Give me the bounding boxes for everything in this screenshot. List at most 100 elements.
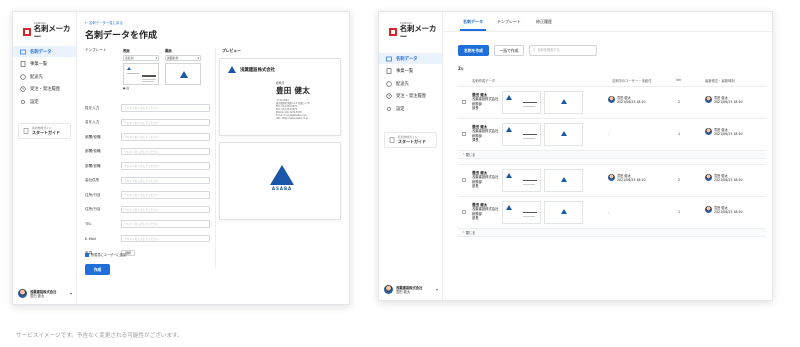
tab-templates[interactable]: テンプレート — [497, 19, 521, 25]
card-back-thumbnail[interactable] — [544, 169, 583, 192]
back-template-select[interactable]: 裏面名刺 ▾ — [165, 55, 201, 61]
company-logo: ASABA — [270, 165, 294, 191]
sidebar-item-label: 事業一覧 — [30, 62, 48, 67]
linked-user: 豊田 健太 2021/06/23 18:10 — [608, 96, 646, 104]
sidebar-item-delivery[interactable]: 配送先 — [379, 78, 442, 89]
sidebar-item-orders[interactable]: 受注・発注履歴 — [379, 91, 442, 102]
text-field[interactable]: テキストを入力してください — [121, 162, 210, 170]
field-label: 姓を入力 — [85, 105, 100, 110]
column-header: 名刺中のユーザー・未紐付 — [612, 79, 652, 83]
row-checkbox[interactable] — [462, 100, 466, 104]
guide-icon — [23, 128, 29, 134]
logo-icon — [506, 173, 512, 178]
start-guide-link[interactable]: 名刺作成ガイド スタートガイド — [384, 132, 437, 149]
account-name: 豊田 健太 — [396, 289, 411, 294]
version-number: 1 — [678, 132, 681, 136]
text-field[interactable]: テキストを入力してください — [121, 191, 210, 199]
account-switcher[interactable]: 浅葉建設株式会社 豊田 健太 ▾ — [384, 285, 438, 294]
row-checkbox[interactable] — [462, 178, 466, 182]
text-field[interactable]: テキストを入力してください — [121, 147, 210, 156]
text-field[interactable]: テキストを入力してください — [121, 205, 210, 214]
logo-icon — [270, 165, 294, 185]
table-row[interactable]: 豊田 健太 浅葉建設株式会社 総務部 部長 - 1 豊田 健太 2021/06/23 18:1… — [458, 196, 766, 228]
account-company: 浅葉建設株式会社 — [30, 289, 57, 294]
collapse-toggle[interactable]: ⌃ 閉じる — [458, 150, 766, 159]
add-user-checkbox[interactable] — [85, 252, 89, 257]
text-field[interactable]: テキストを入力してください — [121, 104, 210, 112]
text-field[interactable]: テキストを入力してください — [121, 220, 210, 228]
chevron-down-icon: ▾ — [435, 287, 438, 292]
sidebar-item-delivery[interactable]: 配送先 — [13, 71, 76, 82]
front-template-thumbnail[interactable] — [123, 63, 159, 85]
add-user-checkbox-row[interactable]: 所属員にユーザーに追加 — [85, 252, 126, 257]
account-company: 浅葉建設株式会社 — [396, 285, 423, 290]
logo-word: ASABA — [271, 186, 293, 191]
tab-revision-history[interactable]: 修正履歴 — [536, 19, 552, 25]
sidebar-item-settings[interactable]: 設定 — [379, 103, 442, 114]
form-field-row: 会社住所 テキストを入力してください — [85, 176, 210, 186]
brand-logo[interactable]: CANVAS 名刺メーカー — [389, 22, 442, 41]
card-back-thumbnail[interactable] — [544, 123, 583, 146]
logo-icon — [561, 131, 567, 136]
field-label: 部署/役職 — [85, 149, 101, 153]
chevron-up-icon: ⌃ — [462, 231, 465, 235]
collapse-toggle[interactable]: ⌃ 閉じる — [458, 228, 766, 237]
start-guide-link[interactable]: 名刺作成ガイド スタートガイド — [18, 123, 71, 140]
field-label: TEL — [85, 222, 92, 226]
brand-logo[interactable]: CANVAS 名刺メーカー — [23, 22, 76, 41]
card-back-thumbnail[interactable] — [544, 91, 583, 114]
back-template-thumbnail[interactable] — [165, 63, 201, 85]
sidebar-item-business[interactable]: 事業一覧 — [13, 59, 76, 70]
table-row[interactable]: 豊田 健太 浅葉建設株式会社 総務部 部長 豊田 健太 2021/06/23 18:10 2… — [458, 164, 766, 196]
version-number: 2 — [678, 178, 681, 182]
sidebar-item-label: 設定 — [30, 99, 39, 105]
tab-card-data[interactable]: 名刺データ — [463, 19, 483, 25]
form-field-row: 部署/役職 テキストを入力してください — [85, 132, 210, 142]
row-checkbox[interactable] — [462, 210, 466, 214]
logo-icon — [561, 99, 567, 104]
linked-user: - — [608, 132, 610, 136]
history-icon — [20, 86, 26, 92]
collapse-label: 閉じる — [465, 231, 476, 235]
text-field[interactable]: テキストを入力してください — [121, 234, 210, 243]
sidebar-item-orders[interactable]: 受注・発注履歴 — [13, 84, 76, 95]
sidebar: CANVAS 名刺メーカー 名刺データ 事業一覧 配送先 受注・発注履歴 設定 … — [13, 12, 77, 304]
avatar — [705, 174, 712, 181]
text-field[interactable]: テキストを入力してください — [121, 176, 210, 185]
table-row[interactable]: 豊田 健太 浅葉建設株式会社 総務部 部長 豊田 健太 2021/06/23 18:10 2… — [458, 86, 766, 118]
create-button[interactable]: 作成 — [85, 264, 110, 275]
sidebar-item-settings[interactable]: 設定 — [13, 96, 76, 107]
bulk-create-button[interactable]: 一括で作成 — [494, 45, 524, 56]
row-checkbox[interactable] — [462, 132, 466, 136]
card-front-thumbnail[interactable] — [502, 91, 541, 114]
account-switcher[interactable]: 浅葉建設株式会社 豊田 健太 ▾ — [18, 289, 72, 298]
text-field[interactable]: テキストを入力してください — [121, 118, 210, 127]
sidebar-item-label: 配送先 — [30, 74, 43, 80]
field-label: 住所/行目 — [85, 207, 101, 211]
linked-user: 豊田 健太 2021/06/23 18:10 — [608, 174, 646, 182]
avatar — [608, 96, 615, 103]
back-template-value: 裏面名刺 — [167, 56, 179, 60]
card-back-thumbnail[interactable] — [544, 201, 583, 224]
card-front-thumbnail[interactable] — [502, 201, 541, 224]
sidebar-item-card-data[interactable]: 名刺データ — [13, 46, 76, 57]
text-field[interactable]: テキストを入力してください — [121, 133, 210, 141]
table-row[interactable]: 豊田 健太 浅葉建設株式会社 総務部 課長 - 1 豊田 健太 2021/06/23 18:1… — [458, 118, 766, 150]
card-preview-back: ASABA — [219, 142, 341, 220]
sidebar-item-card-data[interactable]: 名刺データ — [379, 53, 442, 64]
disclaimer-caption: サービスイメージです。予告なく変更される可能性がございます。 — [16, 333, 183, 339]
card-front-thumbnail[interactable] — [502, 169, 541, 192]
back-link[interactable]: ← 名刺データ一覧に戻る — [85, 20, 123, 25]
account-name: 豊田 健太 — [30, 293, 45, 298]
sidebar-item-business[interactable]: 事業一覧 — [379, 66, 442, 77]
search-input[interactable]: ⚲ 名刺を検索する — [529, 45, 597, 56]
front-template-select[interactable]: 表名刺 ▾ — [123, 55, 159, 61]
logo-icon — [506, 205, 512, 210]
create-card-button[interactable]: 名刺を作成 — [458, 45, 489, 56]
form-field-row: TEL テキストを入力してください — [85, 219, 210, 229]
front-color-radio[interactable]: ● 白 — [123, 86, 159, 90]
guide-title: スタートガイド — [32, 130, 60, 136]
front-template-value: 表名刺 — [125, 56, 134, 60]
location-icon — [386, 80, 392, 87]
card-front-thumbnail[interactable] — [502, 123, 541, 146]
